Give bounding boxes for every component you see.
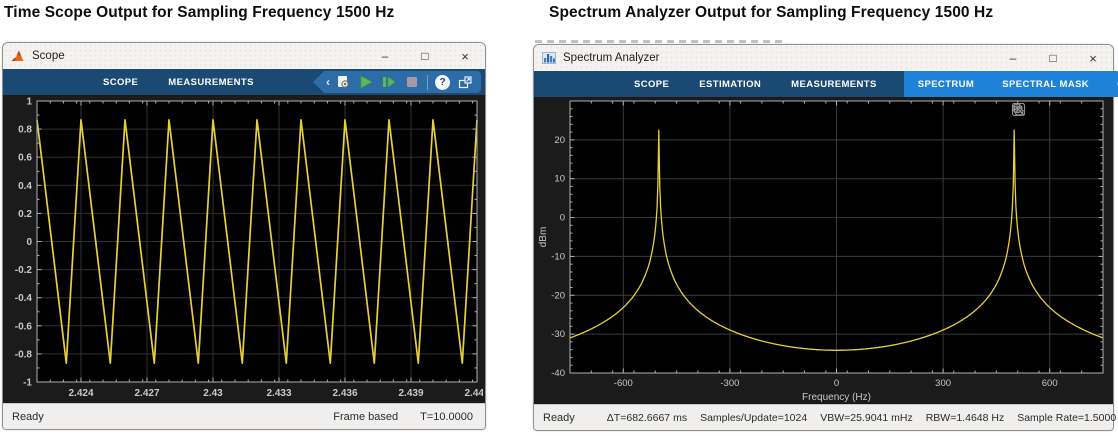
svg-text:0: 0	[560, 213, 565, 224]
svg-text:0.4: 0.4	[18, 181, 32, 192]
svg-text:-0.6: -0.6	[15, 321, 33, 332]
scope-statusbar: Ready Frame based T=10.0000	[3, 403, 485, 429]
close-button[interactable]: ×	[1073, 45, 1113, 71]
scope-plot-svg: 2.424 2.427 2.43 2.433 2.436 2.439 2.442 1 0.8 0.…	[15, 97, 483, 400]
ghost-window-artifact	[535, 40, 787, 43]
svg-text:-30: -30	[551, 329, 565, 340]
chevron-left-icon[interactable]: ‹	[326, 75, 330, 89]
spectrum-analyzer-window: Spectrum Analyzer – □ × SCOPE ESTIMATION…	[533, 44, 1118, 431]
svg-text:-300: -300	[720, 378, 739, 389]
tab-spectral-mask[interactable]: SPECTRAL MASK	[988, 71, 1103, 97]
close-button[interactable]: ×	[445, 43, 485, 69]
run-icon[interactable]	[358, 73, 374, 91]
svg-text:0: 0	[26, 237, 32, 248]
scope-titlebar[interactable]: Scope – □ ×	[3, 43, 485, 69]
svg-text:0.2: 0.2	[18, 209, 32, 220]
metric-delta-t: ΔT=682.6667 ms	[606, 411, 688, 424]
status-ready: Ready	[543, 411, 575, 424]
pan-icon[interactable]	[1013, 102, 1046, 118]
svg-text:0: 0	[834, 378, 839, 389]
svg-text:-600: -600	[614, 378, 633, 389]
tab-channel-measurements[interactable]: CHANNEL MEASUREMENTS	[1103, 71, 1118, 97]
svg-text:20: 20	[554, 135, 565, 146]
status-metrics: ΔT=682.6667 ms Samples/Update=1024 VBW=2…	[607, 412, 1118, 424]
tab-scope[interactable]: SCOPE	[619, 71, 684, 97]
svg-text:0.6: 0.6	[18, 153, 32, 164]
spectrum-titlebar[interactable]: Spectrum Analyzer – □ ×	[534, 45, 1113, 71]
tab-measurements[interactable]: MEASUREMENTS	[776, 71, 892, 97]
svg-text:2.439: 2.439	[398, 388, 423, 399]
svg-text:-1: -1	[23, 378, 32, 389]
scope-plot-area[interactable]: 2.424 2.427 2.43 2.433 2.436 2.439 2.442 1 0.8 0.…	[3, 95, 485, 403]
zoom-out-icon[interactable]	[1012, 102, 1084, 118]
metric-rbw: RBW=1.4648 Hz	[925, 411, 1005, 424]
metric-samples-per-update: Samples/Update=1024	[700, 411, 808, 424]
tab-scope[interactable]: SCOPE	[88, 69, 153, 95]
scope-quick-toolbar: ‹ ?	[313, 71, 481, 93]
maximize-button[interactable]: □	[405, 43, 445, 69]
svg-text:-0.2: -0.2	[15, 265, 33, 276]
zoom-in-icon[interactable]	[1012, 102, 1065, 118]
toolbar-divider	[427, 74, 428, 90]
step-forward-icon[interactable]	[381, 73, 397, 91]
svg-text:2.43: 2.43	[203, 388, 223, 399]
matlab-logo-icon	[11, 50, 25, 62]
metric-sample-rate: Sample Rate=1.5000 kHz	[1017, 411, 1118, 424]
svg-text:-0.4: -0.4	[15, 293, 33, 304]
status-sim-time: T=10.0000	[420, 410, 473, 423]
maximize-button[interactable]: □	[1033, 45, 1073, 71]
help-icon[interactable]: ?	[435, 74, 450, 90]
svg-text:-40: -40	[551, 368, 565, 379]
svg-text:10: 10	[554, 174, 565, 185]
spectrum-statusbar: Ready ΔT=682.6667 ms Samples/Update=1024…	[534, 404, 1118, 430]
svg-text:0.8: 0.8	[18, 125, 32, 136]
axes-toolbar	[1011, 102, 1103, 118]
dock-icon[interactable]	[457, 73, 473, 91]
svg-text:2.436: 2.436	[332, 388, 357, 399]
minimize-button[interactable]: –	[993, 45, 1033, 71]
svg-text:Frequency (Hz): Frequency (Hz)	[802, 392, 871, 403]
tab-estimation[interactable]: ESTIMATION	[684, 71, 776, 97]
svg-text:-10: -10	[551, 251, 565, 262]
svg-text:1: 1	[26, 97, 32, 108]
svg-text:-20: -20	[551, 290, 565, 301]
settings-icon[interactable]	[335, 73, 351, 91]
tab-measurements[interactable]: MEASUREMENTS	[153, 69, 269, 95]
window-title: Scope	[32, 50, 65, 62]
scope-toolstrip: SCOPE MEASUREMENTS ‹ ?	[3, 69, 485, 95]
left-figure-title: Time Scope Output for Sampling Frequency…	[4, 4, 395, 21]
svg-text:2.427: 2.427	[134, 388, 159, 399]
right-figure-title: Spectrum Analyzer Output for Sampling Fr…	[549, 4, 994, 21]
metric-vbw: VBW=25.9041 mHz	[820, 411, 913, 424]
spectrum-plot-area[interactable]: -600 -300 0 300 600 20 10 0 -10 -20 -30 -40 dBm Frequ…	[534, 97, 1113, 404]
svg-text:2.424: 2.424	[68, 388, 93, 399]
svg-text:600: 600	[1042, 378, 1058, 389]
spectrum-toolstrip: SCOPE ESTIMATION MEASUREMENTS SPECTRUM S…	[534, 71, 1118, 97]
svg-text:-0.8: -0.8	[15, 349, 33, 360]
expand-icon[interactable]	[1011, 102, 1103, 118]
svg-text:dBm: dBm	[538, 227, 549, 248]
svg-text:300: 300	[935, 378, 951, 389]
contextual-tab-group: SPECTRUM SPECTRAL MASK CHANNEL MEASUREME…	[903, 71, 1118, 97]
spectrum-analyzer-logo-icon	[542, 52, 556, 64]
window-title: Spectrum Analyzer	[563, 52, 660, 64]
status-ready: Ready	[12, 410, 44, 423]
stop-icon[interactable]	[404, 73, 420, 91]
svg-text:2.433: 2.433	[266, 388, 291, 399]
status-frame-mode: Frame based	[333, 410, 399, 423]
scope-window: Scope – □ × SCOPE MEASUREMENTS ‹ ? 2.424…	[2, 42, 486, 430]
minimize-button[interactable]: –	[365, 43, 405, 69]
tab-spectrum[interactable]: SPECTRUM	[904, 71, 989, 97]
spectrum-plot-svg: -600 -300 0 300 600 20 10 0 -10 -20 -30 -40 dBm Frequ…	[538, 100, 1104, 403]
svg-text:2.442: 2.442	[464, 388, 483, 399]
